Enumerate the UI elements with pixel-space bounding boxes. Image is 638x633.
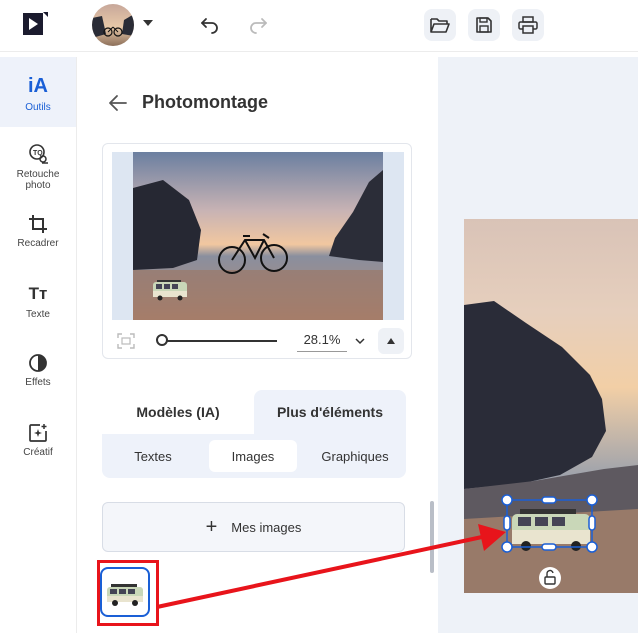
subtab-textes[interactable]: Textes [102, 440, 204, 472]
preview-background [112, 152, 404, 320]
panel-scrollbar[interactable] [430, 501, 434, 573]
subtabs-bar: Textes Images Graphiques [102, 434, 406, 478]
rail-item-effets[interactable]: Effets [0, 353, 76, 393]
rail-item-recadrer[interactable]: Recadrer [0, 214, 76, 254]
mes-images-label: Mes images [231, 519, 302, 535]
rail-item-label: Créatif [23, 447, 53, 458]
logo-play-icon[interactable] [22, 10, 50, 38]
tab-plus-elements[interactable]: Plus d'éléments [254, 390, 406, 434]
open-folder-button[interactable] [424, 9, 456, 41]
chevron-down-icon[interactable] [143, 20, 153, 26]
zoom-slider-handle[interactable] [156, 334, 168, 346]
left-rail: iA Outils TQ Retouche photo Recadrer Tт … [0, 57, 77, 633]
photomontage-panel: Photomontage 28.1% Modèles (IA) Plus d'é… [78, 57, 438, 633]
undo-icon[interactable] [198, 12, 222, 36]
rail-item-label: Retouche photo [16, 169, 60, 191]
plus-icon: + [205, 516, 218, 538]
avatar[interactable] [92, 4, 134, 46]
folder-open-icon [430, 18, 450, 33]
preview-image[interactable] [133, 152, 383, 320]
tab-modeles-ia[interactable]: Modèles (IA) [102, 390, 254, 434]
rail-item-outils[interactable]: iA Outils [0, 57, 76, 127]
effects-icon [29, 354, 47, 372]
subtab-graphiques[interactable]: Graphiques [305, 440, 405, 472]
rail-item-retouche-photo[interactable]: TQ Retouche photo [0, 143, 76, 203]
image-thumbnail-van[interactable] [100, 567, 150, 617]
zoom-up-button[interactable] [378, 328, 404, 354]
rail-item-label: Effets [25, 377, 51, 388]
fit-screen-icon[interactable] [117, 333, 135, 349]
rail-item-label: Texte [26, 309, 50, 320]
top-toolbar [0, 0, 638, 52]
page-title: Photomontage [142, 92, 268, 112]
save-button[interactable] [468, 9, 500, 41]
canvas-photo[interactable] [464, 219, 638, 593]
retouch-icon: TQ [29, 144, 48, 164]
rail-item-label: Outils [25, 102, 51, 113]
rail-item-texte[interactable]: Tт Texte [0, 283, 76, 323]
chevron-down-icon[interactable] [355, 336, 365, 346]
print-button[interactable] [512, 9, 544, 41]
save-icon [476, 17, 492, 33]
creative-icon [29, 424, 47, 442]
print-icon [518, 16, 538, 34]
editor-canvas [438, 57, 638, 633]
zoom-slider-track[interactable] [159, 340, 277, 342]
text-icon: Tт [28, 284, 48, 303]
rail-item-label: Recadrer [17, 238, 59, 249]
mes-images-button[interactable]: + Mes images [102, 502, 405, 552]
rail-item-creatif[interactable]: Créatif [0, 423, 76, 463]
redo-icon[interactable] [246, 12, 270, 36]
preview-card: 28.1% [102, 143, 412, 359]
elements-tabs: Modèles (IA) Plus d'éléments Textes Imag… [102, 390, 406, 478]
arrow-left-icon[interactable] [108, 93, 128, 113]
subtab-images[interactable]: Images [209, 440, 297, 472]
zoom-value[interactable]: 28.1% [297, 332, 347, 352]
ai-text-icon: iA [28, 75, 48, 97]
triangle-up-icon [387, 338, 395, 344]
crop-icon [29, 215, 47, 233]
